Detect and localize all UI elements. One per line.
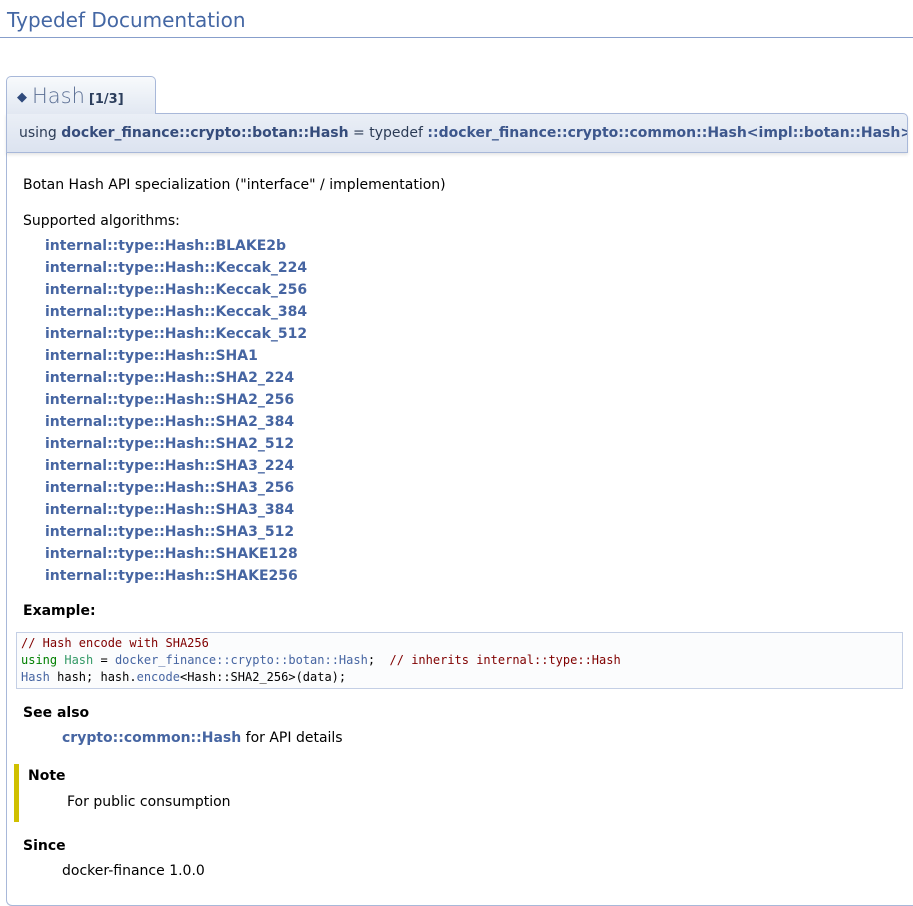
example-section: Example: // Hash encode with SHA256 using… bbox=[23, 601, 903, 689]
algorithm-link[interactable]: internal::type::Hash::SHAKE256 bbox=[45, 565, 298, 587]
example-heading: Example: bbox=[23, 601, 903, 621]
code-token-keyword: using bbox=[21, 653, 57, 667]
note-section: Note For public consumption bbox=[14, 764, 903, 822]
permalink-diamond-icon[interactable]: ◆ bbox=[17, 90, 27, 105]
decl-using-keyword: using bbox=[19, 125, 61, 141]
decl-target-type-link[interactable]: ::docker_finance::crypto::common::Hash<i… bbox=[427, 125, 908, 141]
since-heading: Since bbox=[23, 836, 903, 856]
algorithm-link[interactable]: internal::type::Hash::Keccak_512 bbox=[45, 323, 307, 345]
code-token-plain: = bbox=[93, 653, 115, 667]
algorithm-link[interactable]: internal::type::Hash::SHA3_256 bbox=[45, 477, 294, 499]
since-section: Since docker-finance 1.0.0 bbox=[23, 836, 903, 881]
algorithm-link[interactable]: internal::type::Hash::BLAKE2b bbox=[45, 235, 286, 257]
see-also-content: crypto::common::Hash for API details bbox=[62, 728, 903, 748]
code-line: Hash hash; hash.encode<Hash::SHA2_256>(d… bbox=[21, 669, 898, 686]
see-also-section: See also crypto::common::Hash for API de… bbox=[23, 703, 903, 748]
code-symbol-link[interactable]: Hash bbox=[21, 670, 50, 684]
see-also-heading: See also bbox=[23, 703, 903, 723]
member-tab[interactable]: ◆ Hash [1/3] bbox=[6, 76, 156, 114]
member-tab-title: Hash bbox=[32, 84, 85, 108]
page-title: Typedef Documentation bbox=[0, 0, 913, 38]
typedef-documentation-page: Typedef Documentation ◆ Hash [1/3] using d… bbox=[0, 0, 913, 906]
code-token-typename: Hash bbox=[64, 653, 93, 667]
note-text: For public consumption bbox=[67, 792, 903, 812]
code-token-plain: hash; hash. bbox=[50, 670, 137, 684]
since-text: docker-finance 1.0.0 bbox=[62, 861, 903, 881]
code-token-plain: ; bbox=[368, 653, 390, 667]
algorithm-link[interactable]: internal::type::Hash::SHA2_224 bbox=[45, 367, 294, 389]
algorithm-link[interactable]: internal::type::Hash::SHA2_512 bbox=[45, 433, 294, 455]
decl-member-name: docker_finance::crypto::botan::Hash bbox=[61, 125, 348, 141]
member-declaration: using docker_finance::crypto::botan::Has… bbox=[6, 113, 908, 153]
code-line: using Hash = docker_finance::crypto::bot… bbox=[21, 652, 898, 669]
algorithm-link[interactable]: internal::type::Hash::SHA3_512 bbox=[45, 521, 294, 543]
algorithm-link[interactable]: internal::type::Hash::SHA2_256 bbox=[45, 389, 294, 411]
algorithm-link[interactable]: internal::type::Hash::Keccak_384 bbox=[45, 301, 307, 323]
algorithm-link-list: internal::type::Hash::BLAKE2binternal::t… bbox=[45, 235, 903, 587]
code-symbol-link[interactable]: docker_finance::crypto::botan::Hash bbox=[115, 653, 368, 667]
member-tab-index: [1/3] bbox=[89, 92, 124, 107]
decl-equals-typedef: = typedef bbox=[349, 125, 428, 141]
example-code-container: // Hash encode with SHA256 using Hash = d… bbox=[16, 632, 903, 689]
algorithm-link[interactable]: internal::type::Hash::SHA1 bbox=[45, 345, 258, 367]
code-line: // Hash encode with SHA256 bbox=[21, 635, 898, 652]
algorithms-label: Supported algorithms: bbox=[23, 211, 903, 231]
see-also-text: for API details bbox=[241, 730, 342, 746]
member-documentation: Botan Hash API specialization ("interfac… bbox=[6, 153, 913, 906]
code-symbol-link[interactable]: encode bbox=[137, 670, 180, 684]
algorithm-link[interactable]: internal::type::Hash::Keccak_256 bbox=[45, 279, 307, 301]
code-token-comment: // Hash encode with SHA256 bbox=[21, 636, 209, 650]
example-code-block: // Hash encode with SHA256 using Hash = d… bbox=[16, 632, 903, 689]
algorithm-link[interactable]: internal::type::Hash::Keccak_224 bbox=[45, 257, 307, 279]
code-token-comment: // inherits internal::type::Hash bbox=[390, 653, 621, 667]
member-brief-description: Botan Hash API specialization ("interfac… bbox=[23, 175, 903, 195]
algorithm-link[interactable]: internal::type::Hash::SHA2_384 bbox=[45, 411, 294, 433]
algorithm-link[interactable]: internal::type::Hash::SHAKE128 bbox=[45, 543, 298, 565]
code-token-plain: <Hash::SHA2_256>(data); bbox=[180, 670, 346, 684]
note-heading: Note bbox=[28, 766, 903, 786]
see-also-link[interactable]: crypto::common::Hash bbox=[62, 730, 241, 746]
algorithm-link[interactable]: internal::type::Hash::SHA3_384 bbox=[45, 499, 294, 521]
member-hash-block: ◆Hash[1/3] using docker_finance::crypto:… bbox=[6, 76, 913, 906]
algorithm-link[interactable]: internal::type::Hash::SHA3_224 bbox=[45, 455, 294, 477]
